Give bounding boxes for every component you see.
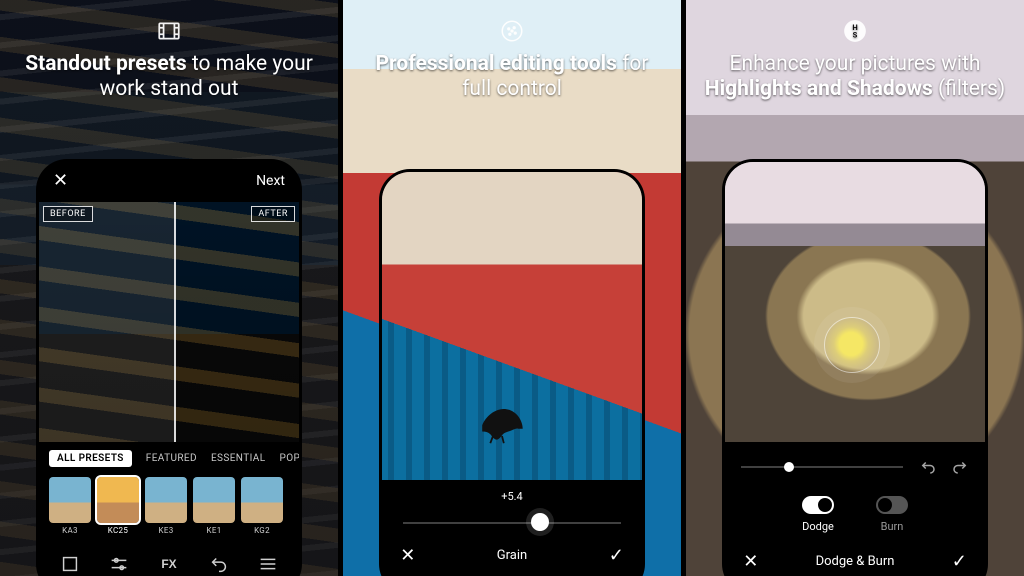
app-store-screenshots: Standout presets to make your work stand… [0, 0, 1024, 576]
close-button[interactable]: ✕ [53, 172, 68, 190]
filmstrip-icon [156, 18, 182, 44]
phone-mockup: Dodge Burn ✕ Dodge & Burn ✓ [725, 162, 985, 576]
preset-thumbnails: KA3 KC25 KE3 KE1 KG2 [39, 471, 299, 541]
hs-control-area: Dodge Burn ✕ Dodge & Burn ✓ [725, 442, 985, 576]
cancel-button[interactable]: ✕ [400, 545, 415, 566]
bottom-tool-bar: FX [39, 541, 299, 576]
mode-dodge-label: Dodge [802, 520, 834, 533]
panel-presets: Standout presets to make your work stand… [0, 0, 338, 576]
crop-icon[interactable] [59, 553, 81, 575]
mode-dodge[interactable]: Dodge [802, 496, 834, 533]
brush-slider-row [741, 458, 970, 476]
edit-action-row: ✕ Grain ✓ [400, 545, 624, 566]
redo-icon[interactable] [951, 458, 969, 476]
grain-icon [499, 18, 525, 44]
undo-icon[interactable] [208, 553, 230, 575]
phone-mockup: ✕ Next BEFORE AFTER ALL PRESETS FEATURED… [39, 162, 299, 576]
preset-thumb-selected[interactable]: KC25 [97, 477, 139, 535]
before-after-preview[interactable]: BEFORE AFTER [39, 202, 299, 442]
fx-icon[interactable]: FX [158, 553, 180, 575]
toggle-burn[interactable] [876, 496, 908, 514]
editor-top-bar: ✕ Next [39, 162, 299, 200]
headline-pre: Enhance your pictures with [730, 52, 981, 76]
toggle-dodge[interactable] [802, 496, 834, 514]
confirm-button[interactable]: ✓ [609, 545, 624, 566]
svg-text:S: S [853, 31, 858, 40]
cancel-button[interactable]: ✕ [743, 551, 758, 572]
hs-action-row: ✕ Dodge & Burn ✓ [743, 551, 967, 572]
slider-knob[interactable] [531, 513, 549, 531]
photo-preview [725, 162, 985, 442]
tab-featured[interactable]: FEATURED [146, 453, 197, 464]
slider-knob[interactable] [784, 462, 794, 472]
bird-silhouette [466, 394, 538, 446]
brush-size-slider[interactable] [741, 466, 904, 468]
undo-icon[interactable] [919, 458, 937, 476]
slider-track [403, 522, 621, 524]
headline-post: (filters) [933, 77, 1005, 101]
mode-burn-label: Burn [881, 520, 904, 533]
preset-thumb[interactable]: KE1 [193, 477, 235, 535]
panel-editing-tools: Professional editing tools for full cont… [343, 0, 681, 576]
tool-label: Dodge & Burn [816, 554, 895, 569]
badge-after: AFTER [251, 206, 295, 222]
more-icon[interactable] [257, 553, 279, 575]
tab-essential[interactable]: ESSENTIAL [211, 453, 266, 464]
highlight-target-ring [824, 317, 880, 373]
headline: Professional editing tools for full cont… [361, 52, 663, 102]
dodge-burn-modes: Dodge Burn [802, 496, 908, 533]
panel-highlights-shadows: HS Enhance your pictures with Highlights… [686, 0, 1024, 576]
preset-thumb[interactable]: KA3 [49, 477, 91, 535]
headline-bold: Professional editing tools [375, 52, 616, 76]
preset-thumb[interactable]: KE3 [145, 477, 187, 535]
undo-redo [919, 458, 969, 476]
confirm-button[interactable]: ✓ [952, 551, 967, 572]
headline-bold: Standout presets [25, 52, 186, 76]
preset-category-tabs: ALL PRESETS FEATURED ESSENTIAL POPU [39, 442, 299, 471]
sliders-icon[interactable] [108, 553, 130, 575]
headline-bold: Highlights and Shadows [705, 77, 933, 101]
tab-all-presets[interactable]: ALL PRESETS [49, 450, 132, 467]
panel-header: Standout presets to make your work stand… [0, 18, 338, 102]
phone-mockup: +5.4 ✕ Grain ✓ [382, 172, 642, 576]
next-button[interactable]: Next [256, 173, 285, 189]
preset-thumb[interactable]: KG2 [241, 477, 283, 535]
hs-badge-icon: HS [842, 18, 868, 44]
split-handle[interactable] [174, 202, 176, 442]
badge-before: BEFORE [43, 206, 93, 222]
edit-control-bar: +5.4 ✕ Grain ✓ [382, 480, 642, 576]
value-label: +5.4 [501, 490, 523, 503]
panel-header: HS Enhance your pictures with Highlights… [686, 18, 1024, 102]
tool-label: Grain [497, 548, 527, 563]
mode-burn[interactable]: Burn [876, 496, 908, 533]
panel-header: Professional editing tools for full cont… [343, 18, 681, 102]
grain-slider[interactable] [403, 505, 621, 539]
headline: Enhance your pictures with Highlights an… [704, 52, 1006, 102]
tab-popular[interactable]: POPU [280, 453, 300, 464]
headline: Standout presets to make your work stand… [18, 52, 320, 102]
